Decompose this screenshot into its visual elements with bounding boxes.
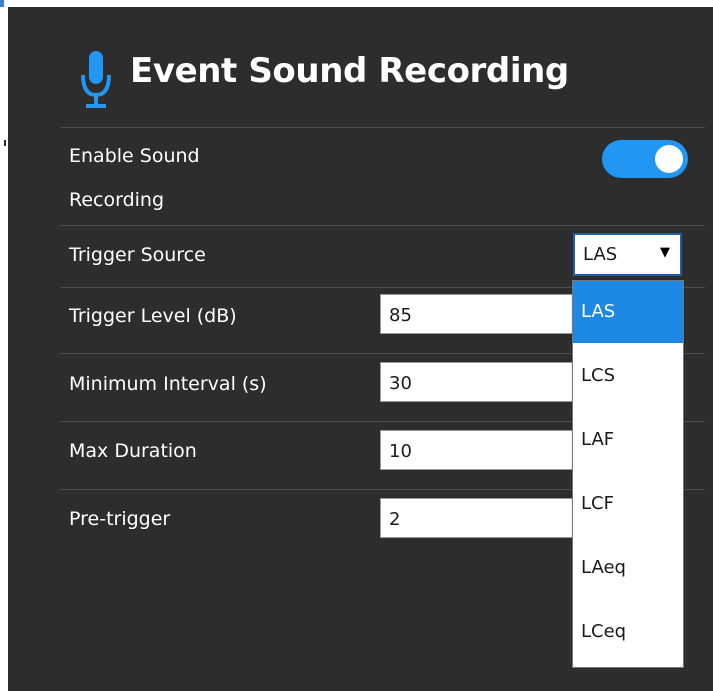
- trigger-source-dropdown-list: LAS LCS LAF LCF LAeq LCeq: [572, 280, 684, 668]
- trigger-source-option-las[interactable]: LAS: [573, 281, 683, 343]
- window-edge-mark: [4, 140, 6, 146]
- enable-sound-recording-toggle[interactable]: [602, 140, 688, 178]
- trigger-source-selected-value: LAS: [583, 244, 618, 265]
- pre-trigger-label: Pre-trigger: [69, 508, 171, 530]
- trigger-level-label: Trigger Level (dB): [69, 305, 237, 327]
- max-duration-input[interactable]: 10: [380, 430, 600, 470]
- trigger-source-option-lcf[interactable]: LCF: [573, 473, 683, 535]
- divider: [60, 225, 705, 226]
- window-edge-accent: [0, 0, 4, 7]
- screen: Event Sound Recording Enable Sound Recor…: [0, 0, 713, 691]
- minimum-interval-input[interactable]: 30: [380, 362, 600, 402]
- chevron-down-icon: ▼: [660, 245, 670, 260]
- trigger-source-option-lceq[interactable]: LCeq: [573, 601, 683, 663]
- pre-trigger-input[interactable]: 2: [380, 498, 600, 538]
- max-duration-label: Max Duration: [69, 440, 197, 462]
- trigger-level-input[interactable]: 85: [380, 294, 600, 334]
- trigger-source-option-lcs[interactable]: LCS: [573, 345, 683, 407]
- enable-sound-recording-label-line1: Enable Sound: [69, 145, 200, 167]
- trigger-source-option-laeq[interactable]: LAeq: [573, 537, 683, 599]
- toggle-knob: [655, 145, 683, 173]
- trigger-source-option-laf[interactable]: LAF: [573, 409, 683, 471]
- divider: [60, 127, 705, 128]
- panel-header: Event Sound Recording: [8, 7, 713, 127]
- enable-sound-recording-label-line2: Recording: [69, 189, 165, 211]
- microphone-icon: [80, 51, 112, 111]
- trigger-source-select[interactable]: LAS ▼: [573, 233, 682, 276]
- event-sound-recording-panel: Event Sound Recording Enable Sound Recor…: [8, 7, 713, 691]
- minimum-interval-label: Minimum Interval (s): [69, 373, 267, 395]
- panel-title: Event Sound Recording: [130, 51, 569, 91]
- trigger-source-label: Trigger Source: [69, 244, 206, 266]
